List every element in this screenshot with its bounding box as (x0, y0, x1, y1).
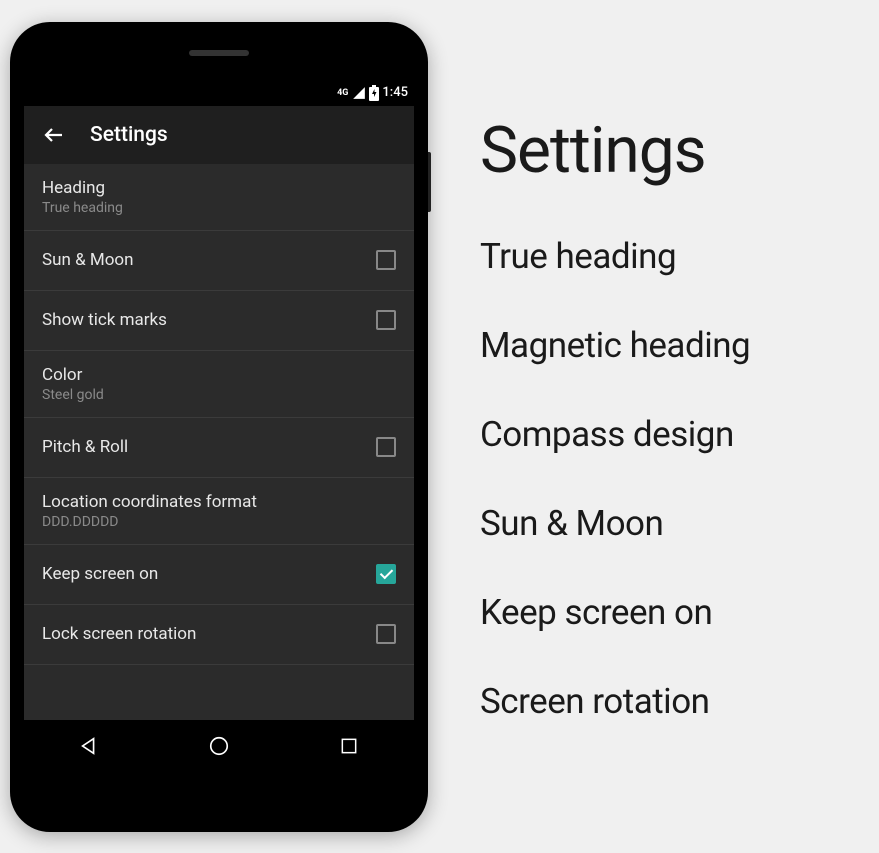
setting-item[interactable]: Lock screen rotation (24, 605, 414, 665)
nav-home-button[interactable] (179, 726, 259, 766)
feature-list-item: Screen rotation (480, 681, 869, 722)
checkbox[interactable] (376, 624, 396, 644)
setting-item[interactable]: Pitch & Roll (24, 418, 414, 478)
triangle-back-icon (78, 735, 100, 757)
page-title: Settings (90, 123, 168, 147)
checkbox[interactable] (376, 564, 396, 584)
setting-text: Lock screen rotation (42, 624, 376, 644)
setting-text: Pitch & Roll (42, 437, 376, 457)
nav-recent-button[interactable] (309, 726, 389, 766)
phone-power-button (428, 152, 431, 212)
feature-list-item: True heading (480, 236, 869, 277)
setting-subtitle: DDD.DDDDD (42, 514, 396, 530)
phone-device-frame: 4G 1:45 Settings Heading True heading Sun … (10, 22, 428, 832)
checkbox[interactable] (376, 250, 396, 270)
feature-list-panel: Settings True heading Magnetic heading Com… (428, 83, 869, 770)
phone-screen: 4G 1:45 Settings Heading True heading Sun … (24, 80, 414, 772)
feature-list-item: Keep screen on (480, 592, 869, 633)
setting-title: Sun & Moon (42, 250, 376, 270)
setting-title: Color (42, 365, 396, 385)
feature-list: True heading Magnetic heading Compass desi… (480, 236, 869, 722)
setting-item[interactable]: Heading True heading (24, 164, 414, 231)
circle-home-icon (208, 735, 230, 757)
app-bar: Settings (24, 106, 414, 164)
setting-subtitle: True heading (42, 200, 396, 216)
setting-item[interactable]: Sun & Moon (24, 231, 414, 291)
setting-title: Pitch & Roll (42, 437, 376, 457)
signal-icon (352, 86, 366, 100)
setting-item[interactable]: Keep screen on (24, 545, 414, 605)
network-indicator: 4G (337, 88, 348, 98)
setting-item[interactable]: Show tick marks (24, 291, 414, 351)
feature-list-item: Compass design (480, 414, 869, 455)
battery-charging-icon (369, 85, 379, 101)
square-recent-icon (339, 736, 359, 756)
setting-item[interactable]: Color Steel gold (24, 351, 414, 418)
feature-list-title: Settings (480, 113, 869, 188)
setting-text: Show tick marks (42, 310, 376, 330)
setting-title: Location coordinates format (42, 492, 396, 512)
back-button[interactable] (32, 113, 76, 157)
checkbox[interactable] (376, 310, 396, 330)
setting-title: Show tick marks (42, 310, 376, 330)
settings-list[interactable]: Heading True heading Sun & Moon Show tick m… (24, 164, 414, 720)
nav-back-button[interactable] (49, 726, 129, 766)
setting-text: Color Steel gold (42, 365, 396, 403)
checkbox[interactable] (376, 437, 396, 457)
setting-text: Heading True heading (42, 178, 396, 216)
android-nav-bar (24, 720, 414, 772)
setting-text: Keep screen on (42, 564, 376, 584)
setting-subtitle: Steel gold (42, 387, 396, 403)
setting-item[interactable]: Location coordinates format DDD.DDDDD (24, 478, 414, 545)
status-bar: 4G 1:45 (24, 80, 414, 106)
setting-text: Location coordinates format DDD.DDDDD (42, 492, 396, 530)
status-time: 1:45 (382, 85, 408, 100)
phone-speaker (189, 50, 249, 56)
feature-list-item: Magnetic heading (480, 325, 869, 366)
setting-title: Lock screen rotation (42, 624, 376, 644)
setting-title: Keep screen on (42, 564, 376, 584)
feature-list-item: Sun & Moon (480, 503, 869, 544)
setting-text: Sun & Moon (42, 250, 376, 270)
setting-title: Heading (42, 178, 396, 198)
arrow-left-icon (42, 123, 66, 147)
